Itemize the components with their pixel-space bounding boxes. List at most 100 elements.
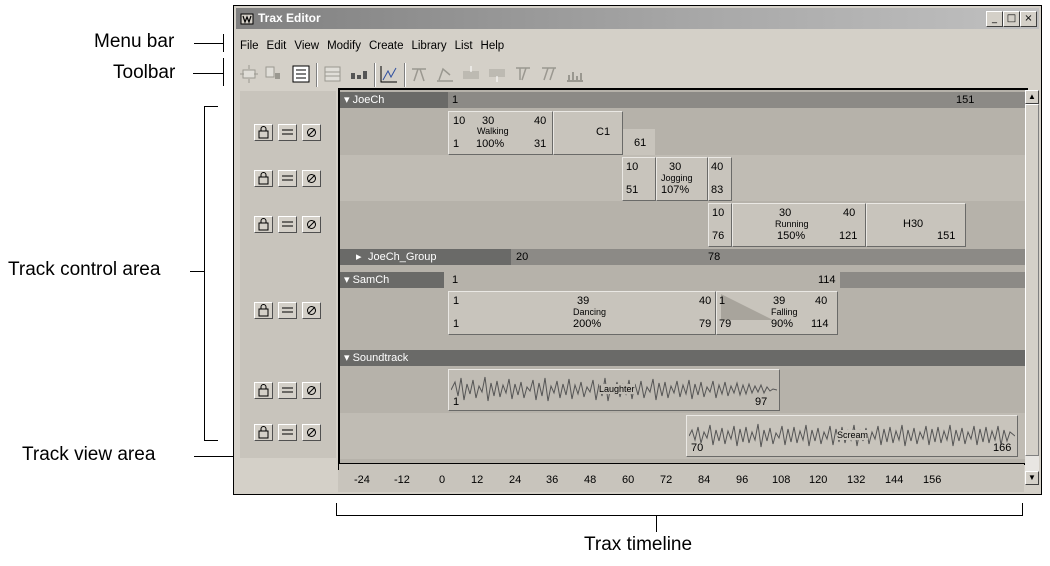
create-clip-icon[interactable] [408,63,430,85]
timeline-callout: Trax timeline [584,534,693,555]
clip-h30[interactable]: H30 151 [866,203,966,247]
timeline-label: 96 [736,474,749,486]
timeline-label: 156 [923,474,942,486]
soundtrack-header[interactable]: ▾ Soundtrack [340,350,1026,366]
character-header-joech[interactable]: ▾ JoeCh 1 151 [340,92,1026,108]
lock-icon[interactable] [254,302,273,319]
graph-anim-icon[interactable] [348,63,370,85]
insert-clip-icon[interactable] [460,63,482,85]
toolbar-separator [404,63,406,87]
control-header-spacer [240,91,336,108]
scroll-up-icon[interactable]: ▲ [1025,90,1039,104]
track-row[interactable]: 1 39 40 Dancing 1 200% 79 1 39 40 Fallin… [340,289,1026,335]
mute-icon[interactable] [302,216,321,233]
lock-icon[interactable] [254,424,273,441]
clip-scale: 90% [771,318,794,330]
clip-c1[interactable]: C1 [553,111,623,155]
menu-create[interactable]: Create [365,37,408,52]
clip-dancing[interactable]: 1 39 40 Dancing 1 200% 79 [448,291,716,335]
collapse-arrow-icon[interactable]: ▾ [344,352,350,364]
merge-clip-icon[interactable] [538,63,560,85]
scroll-down-icon[interactable]: ▼ [1025,471,1039,485]
frame-all-icon[interactable] [238,63,260,85]
mute-icon[interactable] [302,170,321,187]
lock-icon[interactable] [254,170,273,187]
audio-clip-scream[interactable]: Scream 70 166 [686,415,1018,457]
track-control-bracket [204,106,205,441]
solo-icon[interactable] [278,302,297,319]
group-header-joech-group[interactable]: ▸ JoeCh_Group 20 78 [340,249,1026,265]
clip-running-in[interactable]: 10 76 [708,203,732,247]
collapse-arrow-icon-label: ▾ JoeCh [340,92,448,108]
frame-selection-icon[interactable] [262,63,284,85]
toolbar-callout: Toolbar [113,62,176,83]
track-control-callout: Track control area [8,259,161,280]
solo-icon[interactable] [278,170,297,187]
mute-icon[interactable] [302,302,321,319]
menu-help[interactable]: Help [477,37,509,52]
solo-icon[interactable] [278,382,297,399]
track-row[interactable]: 10 76 30 40 Running 150% 121 H30 151 [340,201,1026,247]
mute-icon[interactable] [302,382,321,399]
clip-weight-start: 10 [712,207,725,219]
clip-c1-tail[interactable]: 61 [623,129,655,155]
graph-curve-icon[interactable] [378,63,400,85]
audio-track-row[interactable]: Scream 70 166 [340,413,1026,459]
add-relative-icon[interactable] [486,63,508,85]
soundtrack-name: Soundtrack [352,352,409,364]
mute-icon[interactable] [302,124,321,141]
outliner-icon[interactable] [290,63,312,85]
menu-modify[interactable]: Modify [323,37,365,52]
menu-edit[interactable]: Edit [263,37,291,52]
collapse-arrow-icon[interactable]: ▾ [344,94,350,106]
trax-timeline[interactable]: -24 -12 0 12 24 36 48 60 72 84 96 108 12… [338,464,1024,492]
menu-file[interactable]: File [236,37,263,52]
minimize-button[interactable]: _ [986,11,1003,27]
maximize-button[interactable]: □ [1003,11,1020,27]
clip-weight-end: 40 [843,207,856,219]
lock-icon[interactable] [254,382,273,399]
clip-running[interactable]: 30 40 Running 150% 121 [732,203,866,247]
collapse-arrow-icon[interactable]: ▾ [344,274,350,286]
clip-jogging-out[interactable]: 40 83 [708,157,732,201]
track-row[interactable]: 10 51 30 Jogging 107% 40 83 [340,155,1026,201]
clip-end: 83 [711,184,724,196]
character-header-samch[interactable]: ▾ SamCh 1 114 [340,272,1026,288]
menu-library[interactable]: Library [407,37,450,52]
expand-arrow-icon[interactable]: ▸ [356,249,362,265]
clip-falling[interactable]: 1 39 40 Falling 79 90% 114 [716,291,838,335]
clip-jogging-in[interactable]: 10 51 [622,157,656,201]
lock-icon[interactable] [254,216,273,233]
track-control-leader [190,271,205,272]
close-button[interactable]: × [1020,11,1037,27]
character-name: SamCh [352,274,390,286]
menu-bar-leader [194,43,224,44]
track-view-area[interactable]: ▾ JoeCh 1 151 10 30 40 Walking 1 100% 31… [338,88,1028,465]
vertical-scrollbar[interactable]: ▲ ▼ [1025,90,1039,485]
dopesheet-icon[interactable] [564,63,586,85]
toolbar [236,59,1039,89]
scroll-thumb[interactable] [1025,104,1039,456]
timeline-label: 108 [772,474,791,486]
split-clip-icon[interactable] [512,63,534,85]
track-row[interactable]: 10 30 40 Walking 1 100% 31 C1 61 [340,109,1026,155]
menu-list[interactable]: List [451,37,477,52]
audio-clip-laughter[interactable]: Laughter 1 97 [448,369,780,411]
solo-icon[interactable] [278,124,297,141]
frame-playback-icon[interactable] [322,63,344,85]
solo-icon[interactable] [278,216,297,233]
clip-weight-mid: 30 [779,207,792,219]
track-control-row [240,413,336,459]
create-pose-icon[interactable] [434,63,456,85]
solo-icon[interactable] [278,424,297,441]
clip-jogging[interactable]: 30 Jogging 107% [656,157,708,201]
clip-weight-mid: 30 [669,161,682,173]
title-bar[interactable]: Trax Editor _ □ × [236,8,1039,29]
menu-view[interactable]: View [290,37,323,52]
clip-start: 79 [719,318,732,330]
audio-track-row[interactable]: Laughter 1 97 [340,367,1026,413]
track-control-row [240,287,336,333]
clip-walking[interactable]: 10 30 40 Walking 1 100% 31 [448,111,553,155]
lock-icon[interactable] [254,124,273,141]
mute-icon[interactable] [302,424,321,441]
